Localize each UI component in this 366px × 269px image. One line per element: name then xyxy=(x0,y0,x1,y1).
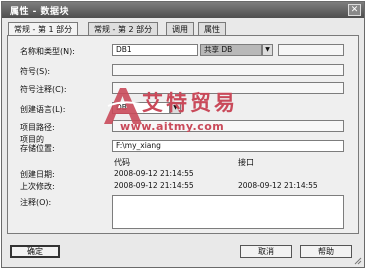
tab-panel: 名称和类型(N): DB1 共享 DB ▼ 符号(S): 符号注释(C): 创建… xyxy=(7,35,359,234)
watermark-url: www.aitmy.com xyxy=(120,120,225,133)
symbol-field[interactable] xyxy=(112,64,344,76)
watermark: 艾特贸易 www.aitmy.com xyxy=(100,86,280,142)
ok-button[interactable]: 确定 xyxy=(10,245,60,258)
type-select[interactable]: 共享 DB xyxy=(200,44,262,56)
comment-textarea[interactable] xyxy=(112,195,344,229)
properties-dialog: 属性 - 数据块 ✕ 常规 - 第 1 部分 常规 - 第 2 部分 调用 属性… xyxy=(1,1,365,268)
window-title: 属性 - 数据块 xyxy=(10,7,70,17)
code-column-header: 代码 xyxy=(114,158,130,167)
created-date-code: 2008-09-12 21:14:55 xyxy=(114,169,194,178)
help-button[interactable]: 帮助 xyxy=(300,245,352,258)
resize-grip-icon[interactable] xyxy=(354,257,362,265)
title-bar[interactable]: 属性 - 数据块 ✕ xyxy=(2,2,364,18)
last-modified-code: 2008-09-12 21:14:55 xyxy=(114,181,194,190)
cancel-button[interactable]: 取消 xyxy=(240,245,292,258)
close-icon[interactable]: ✕ xyxy=(348,4,361,16)
tab-calls[interactable]: 调用 xyxy=(166,22,194,36)
created-date-label: 创建日期: xyxy=(20,170,55,179)
symbol-label: 符号(S): xyxy=(20,67,51,76)
watermark-text: 艾特贸易 xyxy=(142,91,238,115)
tab-general-part-2[interactable]: 常规 - 第 2 部分 xyxy=(88,22,159,36)
name-type-label: 名称和类型(N): xyxy=(20,47,75,56)
comment-label: 注释(O): xyxy=(20,198,52,207)
last-modified-interface: 2008-09-12 21:14:55 xyxy=(238,181,318,190)
language-label: 创建语言(L): xyxy=(20,105,66,114)
project-path-label: 项目路径: xyxy=(20,123,55,132)
tab-attributes[interactable]: 属性 xyxy=(198,22,226,36)
last-modified-label: 上次修改: xyxy=(20,182,55,191)
type-number-field[interactable] xyxy=(278,44,344,56)
chevron-down-icon[interactable]: ▼ xyxy=(262,44,273,56)
interface-column-header: 接口 xyxy=(238,158,254,167)
storage-label-line2: 存储位置: xyxy=(20,144,55,153)
name-field[interactable]: DB1 xyxy=(112,44,198,56)
symbol-comment-label: 符号注释(C): xyxy=(20,85,67,94)
